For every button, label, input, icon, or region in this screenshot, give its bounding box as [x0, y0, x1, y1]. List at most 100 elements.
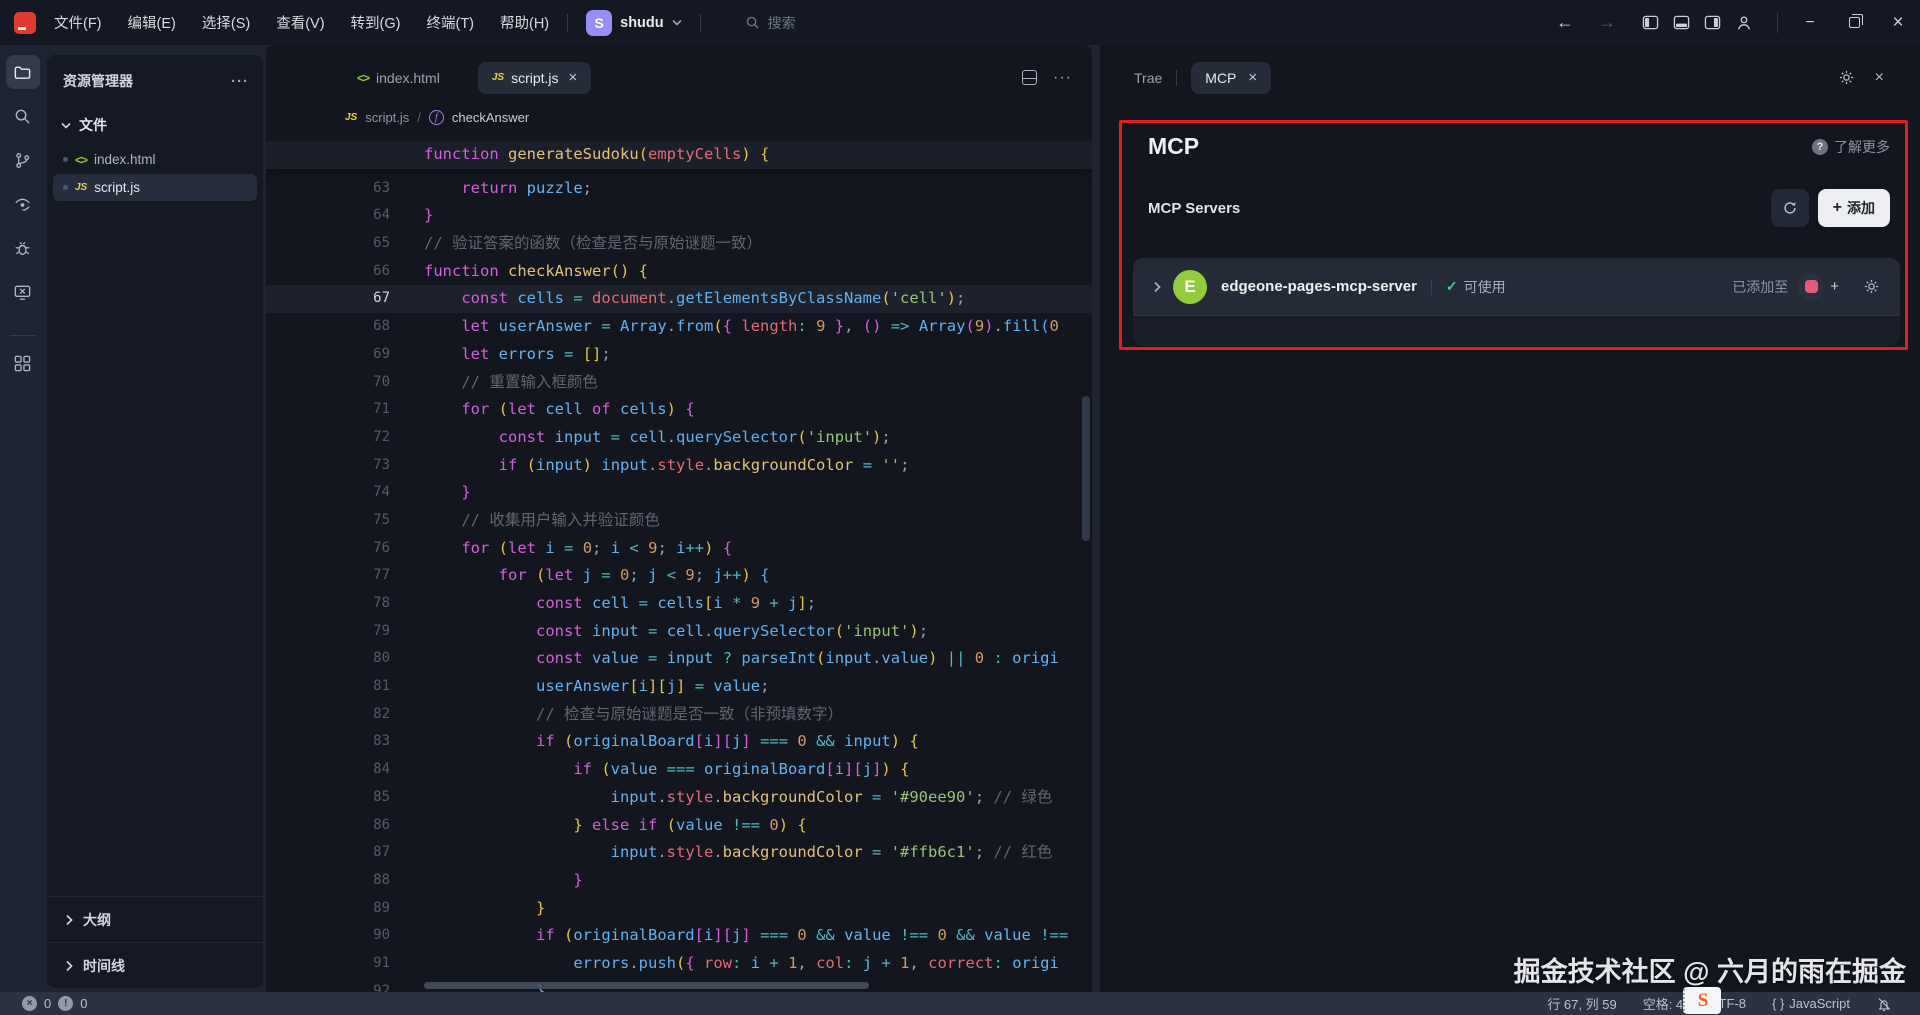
line-number[interactable]: 76 — [266, 535, 390, 563]
restore-button[interactable] — [1832, 0, 1876, 45]
code-line-80[interactable]: 80 const value = input ? parseInt(input.… — [266, 645, 1092, 673]
errors-count[interactable]: 0 — [44, 996, 51, 1011]
line-number[interactable]: 65 — [266, 230, 390, 258]
notifications-muted-bell-icon[interactable] — [1876, 996, 1892, 1012]
code-line-79[interactable]: 79 const input = cell.querySelector('inp… — [266, 618, 1092, 646]
sidebar-item-search[interactable] — [6, 99, 40, 133]
minimize-button[interactable]: − — [1788, 0, 1832, 45]
tab-script-js[interactable]: JS script.js × — [478, 62, 591, 94]
add-server-button[interactable]: + 添加 — [1818, 189, 1890, 227]
sidebar-item-source-control[interactable] — [6, 143, 40, 177]
line-number[interactable]: 91 — [266, 950, 390, 978]
editor-more-actions[interactable]: ··· — [1053, 69, 1072, 87]
menu-item[interactable]: 查看(V) — [276, 12, 324, 33]
breadcrumb[interactable]: JS script.js / f checkAnswer — [266, 100, 1092, 134]
mcp-server-row[interactable]: E edgeone-pages-mcp-server ✓ 可使用 已添加至 + — [1133, 258, 1900, 316]
menu-item[interactable]: 编辑(E) — [128, 12, 176, 33]
breadcrumb-file[interactable]: script.js — [365, 110, 409, 125]
file-item-index.html[interactable]: <>index.html — [53, 146, 257, 173]
close-window-button[interactable]: × — [1876, 0, 1920, 45]
code-line-82[interactable]: 82 // 检查与原始谜题是否一致（非预填数字） — [266, 701, 1092, 729]
code-line-81[interactable]: 81 userAnswer[i][j] = value; — [266, 673, 1092, 701]
account-icon[interactable] — [1735, 14, 1753, 32]
errors-icon[interactable]: × — [22, 996, 37, 1011]
toggle-bottom-panel-icon[interactable] — [1673, 14, 1690, 31]
line-number[interactable]: 80 — [266, 645, 390, 673]
line-number[interactable]: 78 — [266, 590, 390, 618]
server-settings-gear-icon[interactable] — [1863, 278, 1880, 295]
code-line-68[interactable]: 68 let userAnswer = Array.from({ length:… — [266, 313, 1092, 341]
sidebar-item-debug[interactable] — [6, 231, 40, 265]
code-line-83[interactable]: 83 if (originalBoard[i][j] === 0 && inpu… — [266, 728, 1092, 756]
learn-more-link[interactable]: ? 了解更多 — [1812, 137, 1890, 157]
line-number[interactable]: 84 — [266, 756, 390, 784]
close-panel-icon[interactable]: × — [1875, 69, 1884, 87]
menu-item[interactable]: 帮助(H) — [500, 12, 549, 33]
explorer-more-button[interactable]: ··· — [231, 73, 249, 90]
search-input[interactable] — [768, 15, 928, 31]
code-line-90[interactable]: 90 if (originalBoard[i][j] === 0 && valu… — [266, 922, 1092, 950]
line-number[interactable]: 88 — [266, 867, 390, 895]
close-tab-icon[interactable]: × — [1248, 69, 1257, 86]
code-line-63[interactable]: 63 return puzzle; — [266, 175, 1092, 203]
code-line-70[interactable]: 70 // 重置输入框颜色 — [266, 369, 1092, 397]
toggle-right-sidebar-icon[interactable] — [1704, 14, 1721, 31]
code-line-88[interactable]: 88 } — [266, 867, 1092, 895]
outline-section[interactable]: 大纲 — [47, 896, 263, 942]
code-line-91[interactable]: 91 errors.push({ row: i + 1, col: j + 1,… — [266, 950, 1092, 978]
line-number[interactable]: 90 — [266, 922, 390, 950]
add-to-agent-icon[interactable]: + — [1830, 278, 1839, 295]
code-line-71[interactable]: 71 for (let cell of cells) { — [266, 396, 1092, 424]
menu-item[interactable]: 终端(T) — [426, 12, 474, 33]
line-number[interactable]: 72 — [266, 424, 390, 452]
line-number[interactable]: 71 — [266, 396, 390, 424]
line-number[interactable]: 77 — [266, 562, 390, 590]
code-line-89[interactable]: 89 } — [266, 895, 1092, 923]
gear-icon[interactable] — [1838, 69, 1855, 86]
code-line-67[interactable]: 67 const cells = document.getElementsByC… — [266, 285, 1092, 313]
code-editor[interactable]: function generateSudoku(emptyCells) { 63… — [266, 141, 1092, 992]
menu-item[interactable]: 选择(S) — [202, 12, 250, 33]
code-line-84[interactable]: 84 if (value === originalBoard[i][j]) { — [266, 756, 1092, 784]
refresh-servers-button[interactable] — [1771, 189, 1809, 227]
line-number[interactable]: 86 — [266, 812, 390, 840]
vertical-scrollbar[interactable] — [1082, 396, 1090, 541]
tab-mcp[interactable]: MCP × — [1191, 62, 1271, 94]
line-number[interactable]: 81 — [266, 673, 390, 701]
nav-back-button[interactable]: ← — [1544, 12, 1586, 33]
toggle-left-sidebar-icon[interactable] — [1642, 14, 1659, 31]
floating-app-logo[interactable]: S — [1683, 987, 1721, 1014]
code-line-65[interactable]: 65// 验证答案的函数（检查是否与原始谜题一致） — [266, 230, 1092, 258]
line-number[interactable]: 67 — [266, 285, 390, 313]
language-mode[interactable]: { } JavaScript — [1772, 996, 1850, 1011]
timeline-section[interactable]: 时间线 — [47, 942, 263, 988]
code-line-76[interactable]: 76 for (let i = 0; i < 9; i++) { — [266, 535, 1092, 563]
code-line-72[interactable]: 72 const input = cell.querySelector('inp… — [266, 424, 1092, 452]
project-switcher[interactable]: S shudu — [586, 10, 682, 36]
line-number[interactable]: 89 — [266, 895, 390, 923]
warnings-count[interactable]: 0 — [80, 996, 87, 1011]
sidebar-item-preview[interactable] — [6, 187, 40, 221]
code-line-75[interactable]: 75 // 收集用户输入并验证颜色 — [266, 507, 1092, 535]
code-line-69[interactable]: 69 let errors = []; — [266, 341, 1092, 369]
nav-forward-button[interactable]: → — [1586, 12, 1628, 33]
tab-index-html[interactable]: <> index.html — [343, 62, 454, 94]
code-line-78[interactable]: 78 const cell = cells[i * 9 + j]; — [266, 590, 1092, 618]
line-number[interactable]: 87 — [266, 839, 390, 867]
sidebar-item-remote-terminal[interactable] — [6, 275, 40, 309]
code-line-73[interactable]: 73 if (input) input.style.backgroundColo… — [266, 452, 1092, 480]
code-line-66[interactable]: 66function checkAnswer() { — [266, 258, 1092, 286]
code-line-87[interactable]: 87 input.style.backgroundColor = '#ffb6c… — [266, 839, 1092, 867]
line-number[interactable]: 70 — [266, 369, 390, 397]
code-line-77[interactable]: 77 for (let j = 0; j < 9; j++) { — [266, 562, 1092, 590]
warnings-icon[interactable]: ! — [58, 996, 73, 1011]
menu-item[interactable]: 文件(F) — [54, 12, 102, 33]
code-line-74[interactable]: 74 } — [266, 479, 1092, 507]
line-number[interactable]: 64 — [266, 202, 390, 230]
files-section-header[interactable]: 文件 — [47, 101, 263, 145]
line-number[interactable]: 75 — [266, 507, 390, 535]
added-to-agent-avatar[interactable] — [1798, 274, 1824, 300]
line-number[interactable]: 74 — [266, 479, 390, 507]
line-number[interactable]: 82 — [266, 701, 390, 729]
chevron-right-icon[interactable] — [1153, 281, 1161, 293]
